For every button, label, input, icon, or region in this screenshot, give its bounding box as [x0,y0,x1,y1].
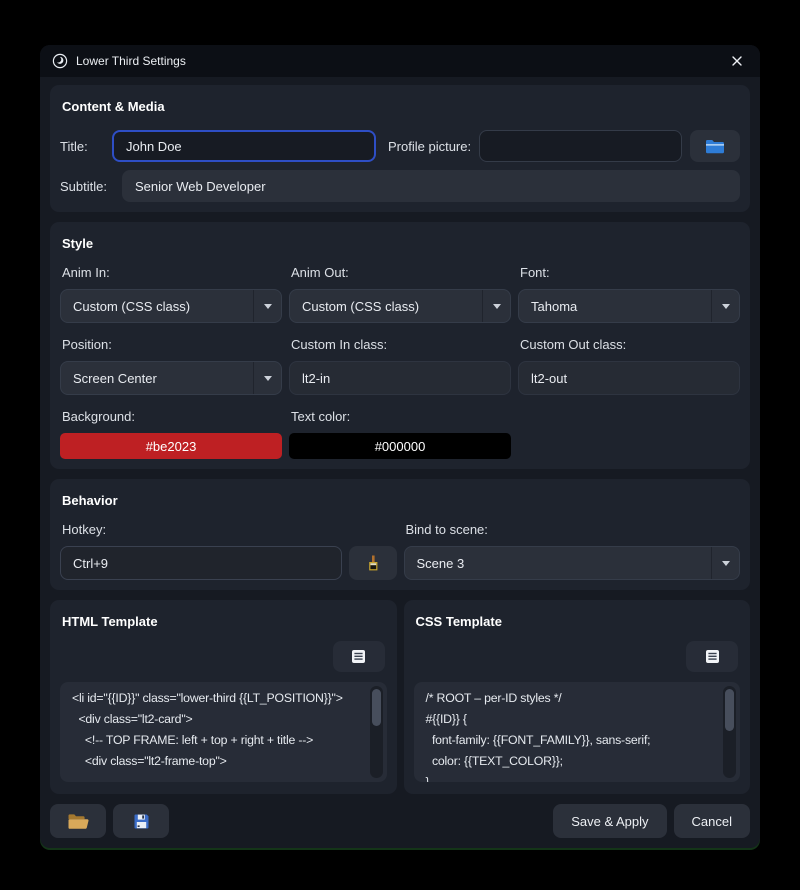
obs-logo-icon [52,53,68,69]
behavior-section: Behavior Hotkey: [50,479,750,590]
anim-in-label: Anim In: [62,265,280,280]
style-title: Style [62,236,738,251]
hotkey-field: Hotkey: [60,508,397,580]
folder-icon [705,139,725,154]
screen-background: Lower Third Settings Content & Media Tit… [0,0,800,890]
behavior-title: Behavior [62,493,738,508]
position-label: Position: [62,337,280,352]
title-label: Title: [60,139,112,154]
custom-out-field: Custom Out class: [518,323,740,395]
document-lines-icon [705,649,720,664]
bind-scene-value: Scene 3 [405,556,712,571]
subtitle-row: Subtitle: [60,170,740,202]
text-color-field: Text color: #000000 [289,395,511,459]
css-template-editor[interactable]: /* ROOT – per-ID styles */ #{{ID}} { fon… [414,682,741,782]
anim-out-select[interactable]: Custom (CSS class) [289,289,511,323]
chevron-down-icon [482,290,510,322]
font-value: Tahoma [519,299,711,314]
anim-in-select[interactable]: Custom (CSS class) [60,289,282,323]
background-color-swatch[interactable]: #be2023 [60,433,282,459]
close-button[interactable] [726,52,748,70]
style-grid: Anim In: Custom (CSS class) Anim Out: Cu… [60,251,740,459]
text-color-label: Text color: [291,409,509,424]
content-media-section: Content & Media Title: Profile picture: [50,85,750,212]
css-template-title: CSS Template [416,614,739,629]
html-template-menu-button[interactable] [333,641,385,672]
bind-scene-label: Bind to scene: [406,522,739,537]
hotkey-input[interactable] [60,546,342,580]
custom-out-label: Custom Out class: [520,337,738,352]
custom-in-label: Custom In class: [291,337,509,352]
style-section: Style Anim In: Custom (CSS class) Anim O… [50,222,750,469]
templates-row: HTML Template [50,600,750,794]
anim-out-value: Custom (CSS class) [290,299,482,314]
floppy-disk-icon [133,813,150,830]
title-row: Title: Profile picture: [60,130,740,162]
css-template-section: CSS Template [404,600,751,794]
brush-icon [366,555,380,571]
open-folder-icon [67,813,89,830]
anim-out-field: Anim Out: Custom (CSS class) [289,251,511,323]
custom-out-class-input[interactable] [518,361,740,395]
background-label: Background: [62,409,280,424]
profile-picture-label: Profile picture: [388,139,471,154]
close-icon [730,56,744,71]
browse-profile-button[interactable] [690,130,740,162]
position-value: Screen Center [61,371,253,386]
custom-in-class-input[interactable] [289,361,511,395]
css-template-menu-button[interactable] [686,641,738,672]
background-field: Background: #be2023 [60,395,282,459]
lower-third-settings-dialog: Lower Third Settings Content & Media Tit… [40,45,760,848]
font-select[interactable]: Tahoma [518,289,740,323]
bind-scene-field: Bind to scene: Scene 3 [404,508,741,580]
hotkey-label: Hotkey: [62,522,395,537]
subtitle-input[interactable] [122,170,740,202]
clear-hotkey-button[interactable] [349,546,397,580]
html-template-toolbar [62,641,385,672]
titlebar[interactable]: Lower Third Settings [40,45,760,77]
html-code-area: <li id="{{ID}}" class="lower-third {{LT_… [60,682,387,782]
profile-picture-input[interactable] [479,130,682,162]
window-title: Lower Third Settings [76,54,186,68]
chevron-down-icon [253,362,281,394]
html-template-editor[interactable]: <li id="{{ID}}" class="lower-third {{LT_… [60,682,387,782]
css-editor-scrollbar[interactable] [723,686,736,778]
html-editor-scrollbar[interactable] [370,686,383,778]
subtitle-label: Subtitle: [60,179,122,194]
font-field: Font: Tahoma [518,251,740,323]
open-file-button[interactable] [50,804,106,838]
chevron-down-icon [253,290,281,322]
text-color-swatch[interactable]: #000000 [289,433,511,459]
custom-in-field: Custom In class: [289,323,511,395]
save-file-button[interactable] [113,804,169,838]
chevron-down-icon [711,290,739,322]
font-label: Font: [520,265,738,280]
footer: Save & Apply Cancel [50,804,750,838]
scrollbar-thumb[interactable] [725,689,734,731]
behavior-grid: Hotkey: [60,508,740,580]
dialog-body: Content & Media Title: Profile picture: [40,77,760,848]
anim-out-label: Anim Out: [291,265,509,280]
position-select[interactable]: Screen Center [60,361,282,395]
style-grid-empty-cell [518,395,740,459]
cancel-button[interactable]: Cancel [674,804,750,838]
document-lines-icon [351,649,366,664]
chevron-down-icon [711,547,739,579]
content-media-title: Content & Media [62,99,738,114]
anim-in-field: Anim In: Custom (CSS class) [60,251,282,323]
bind-scene-select[interactable]: Scene 3 [404,546,741,580]
html-template-title: HTML Template [62,614,385,629]
save-apply-button[interactable]: Save & Apply [553,804,666,838]
title-input[interactable] [112,130,376,162]
css-template-toolbar [416,641,739,672]
css-code-area: /* ROOT – per-ID styles */ #{{ID}} { fon… [414,682,741,782]
html-template-section: HTML Template [50,600,397,794]
position-field: Position: Screen Center [60,323,282,395]
anim-in-value: Custom (CSS class) [61,299,253,314]
scrollbar-thumb[interactable] [372,689,381,726]
